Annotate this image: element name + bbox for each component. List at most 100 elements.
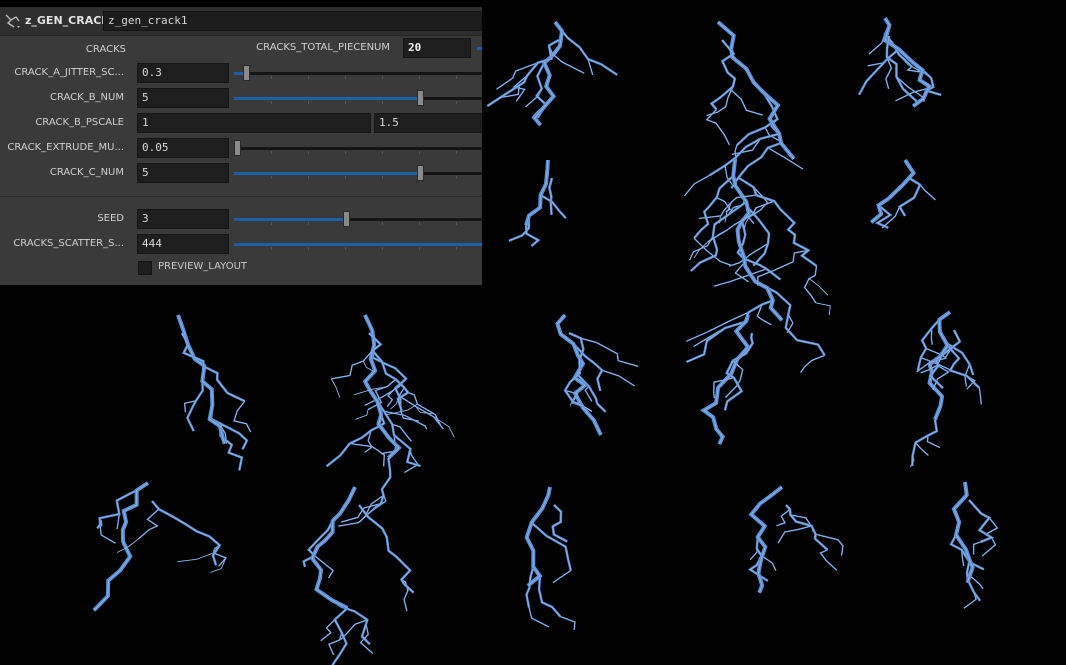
crack-edge [138,508,160,539]
crack-branch [868,34,886,55]
crack-edge [777,525,812,544]
slider-handle[interactable] [234,140,241,156]
crack-edge [358,504,414,593]
crack-branch [99,524,116,544]
slider-handle[interactable] [343,211,350,227]
crack-c-num-label: CRACK_C_NUM [49,167,124,178]
crack-edge [548,45,585,74]
crack-piece [555,313,639,436]
crack-branch [580,337,639,368]
crack-piece [325,314,455,527]
crack-branch [349,442,386,467]
crack-edge [349,443,385,467]
crack-branch [869,158,917,224]
crack-piece [486,20,618,127]
seed-slider[interactable] [234,209,482,229]
crack-branch [309,486,357,610]
crack-branch [749,548,758,561]
crack-edge [580,337,639,367]
crack-branch [539,194,567,219]
cracks-scatter-field[interactable]: 444 [137,234,229,254]
crack-piece [949,481,999,609]
crack-branch [748,485,784,594]
crack-branch [730,141,782,189]
cracks-scatter-label: CRACKS_SCATTER_S... [13,238,124,249]
crack-branch [819,549,838,571]
crack-branch [709,39,737,111]
crack-edge [93,482,149,611]
crack-branch [525,566,535,608]
crack-b-num-slider[interactable] [234,88,482,108]
section-divider [0,196,482,197]
parameter-panel: z_GEN_CRACK z_gen_crack1 CRACKS CRACKS_T… [0,7,482,285]
total-piecenum-slider-stub[interactable] [477,47,482,50]
crack-edge [328,632,343,656]
crack-edge [750,486,783,593]
preview-layout-checkbox[interactable] [138,261,152,275]
crack-piece [858,16,942,108]
crack-edge [800,355,825,373]
crack-edge [552,570,572,583]
crack-edge [355,409,369,420]
crack-edge [804,265,817,304]
crack-branch [761,555,777,571]
crack-b-num-field[interactable]: 5 [137,88,229,108]
node-name-field[interactable]: z_gen_crack1 [103,11,482,31]
crack-branch [926,435,941,449]
crack-edge [693,237,732,266]
crack-edge [858,48,900,95]
crack-branch [177,552,214,563]
crack-a-jitter-slider[interactable] [234,63,482,83]
crack-piece [909,310,982,468]
crack-edge [331,378,341,398]
crack-branch [799,354,825,373]
crack-edge [177,552,214,562]
cracks-folder-label: CRACKS [85,44,126,55]
crack-edge [525,159,549,226]
node-type-label: z_GEN_CRACK [25,14,110,27]
crack-edge [151,500,221,566]
crack-a-jitter-field[interactable]: 0.3 [137,63,229,83]
seed-field[interactable]: 3 [137,209,229,229]
crack-extrude-field[interactable]: 0.05 [137,138,229,158]
crack-piece [508,159,567,247]
crack-branch [693,237,732,267]
crack-piece [747,485,844,594]
crack-b-num-label: CRACK_B_NUM [49,92,124,103]
crack-b-pscale-label: CRACK_B_PSCALE [35,117,124,128]
crack-piece [686,159,831,373]
crack-branch [331,607,349,665]
crack-c-num-field[interactable]: 5 [137,163,229,183]
crack-branch [561,30,618,76]
crack-edge [99,524,116,544]
cracks-scatter-slider[interactable] [234,234,482,254]
total-piecenum-field[interactable]: 20 [403,38,471,58]
crack-branch [528,607,550,628]
crack-branch [683,174,710,197]
crack-c-num-slider[interactable] [234,163,482,183]
slider-handle[interactable] [417,90,424,106]
crack-branch [355,409,369,420]
crack-extrude-slider[interactable] [234,138,482,158]
crack-b-pscale-field-2[interactable]: 1.5 [374,113,482,133]
slider-handle[interactable] [243,65,250,81]
crack-edge [815,533,844,556]
crack-piece [92,481,228,612]
crack-branch [331,350,374,380]
crack-b-pscale-field-1[interactable]: 1 [137,113,371,133]
seed-label: SEED [97,213,124,224]
crack-piece [302,486,415,665]
crack-edge [538,575,561,617]
crack-edge [927,435,941,448]
crack-a-jitter-label: CRACK_A_JITTER_SC... [14,67,124,78]
crack-branch [138,508,160,540]
crack-branch [731,159,784,322]
crack-branch [186,381,204,432]
crack-node-icon [5,14,20,28]
slider-handle[interactable] [417,165,424,181]
crack-branch [320,619,336,642]
crack-piece [869,158,936,229]
crack-branch [537,575,562,618]
crack-branch [858,48,900,96]
crack-edge [531,522,572,571]
